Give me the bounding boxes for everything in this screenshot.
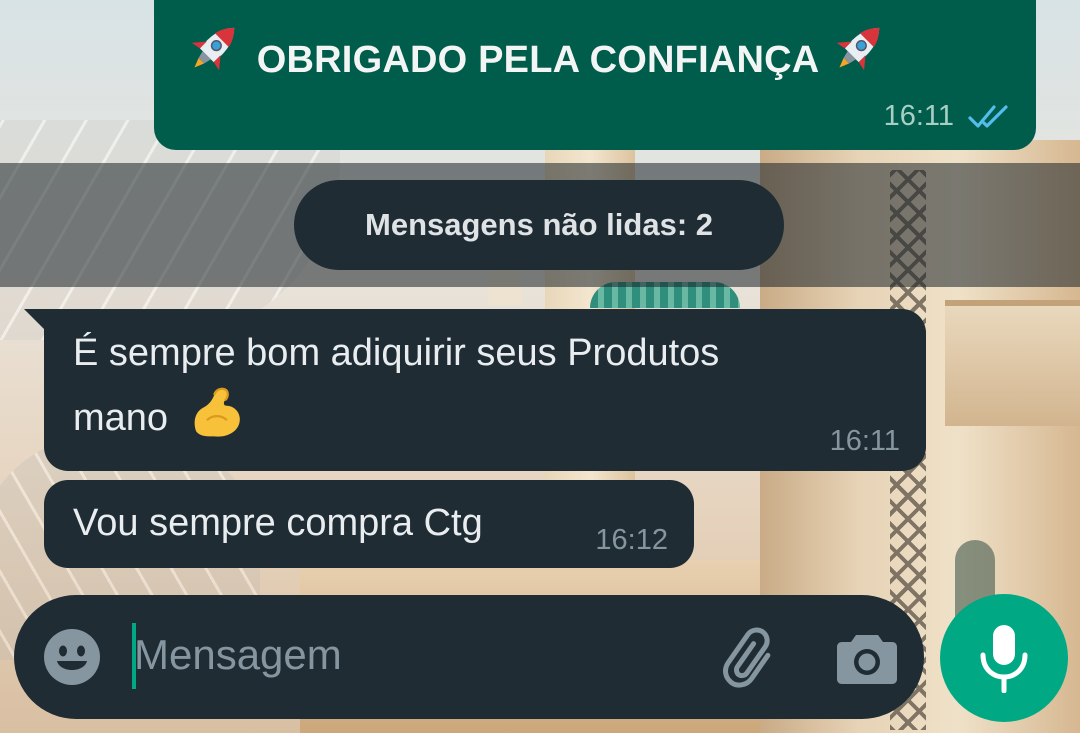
outgoing-message[interactable]: OBRIGADO PELA CONFIANÇA 16:11 — [154, 0, 1036, 150]
mic-icon — [980, 625, 1028, 693]
incoming-message-line-text: mano — [73, 397, 169, 439]
message-time: 16:12 — [595, 524, 668, 556]
outgoing-message-meta: 16:11 — [884, 100, 1010, 133]
read-double-check-icon — [968, 104, 1008, 128]
message-composer — [14, 595, 924, 719]
rocket-emoji-icon — [836, 27, 879, 71]
message-time: 16:11 — [883, 100, 954, 132]
voice-message-button[interactable] — [940, 594, 1068, 722]
attach-icon[interactable] — [714, 625, 780, 691]
camera-icon[interactable] — [836, 629, 898, 685]
emoji-icon[interactable] — [42, 627, 102, 687]
incoming-message[interactable]: Vou sempre compra Ctg 16:12 — [44, 480, 694, 568]
chat-screen: OBRIGADO PELA CONFIANÇA 16:11 Mensagens … — [0, 0, 1080, 733]
unread-messages-badge: Mensagens não lidas: 2 — [294, 180, 784, 270]
outgoing-message-body: OBRIGADO PELA CONFIANÇA — [256, 39, 818, 81]
flexed-biceps-emoji-icon — [194, 387, 240, 437]
incoming-message-line: É sempre bom adiquirir seus Produtos — [73, 332, 720, 374]
incoming-message-line: mano — [73, 384, 719, 449]
wallpaper-arch — [945, 300, 1080, 426]
incoming-message-text: É sempre bom adiquirir seus Produtos man… — [73, 322, 719, 449]
rocket-emoji-icon — [191, 27, 235, 71]
incoming-message[interactable]: É sempre bom adiquirir seus Produtos man… — [24, 309, 926, 471]
incoming-message-text: Vou sempre compra Ctg — [73, 502, 483, 544]
message-input[interactable] — [134, 619, 694, 691]
message-time: 16:11 — [829, 425, 900, 457]
outgoing-message-text: OBRIGADO PELA CONFIANÇA — [184, 16, 891, 85]
